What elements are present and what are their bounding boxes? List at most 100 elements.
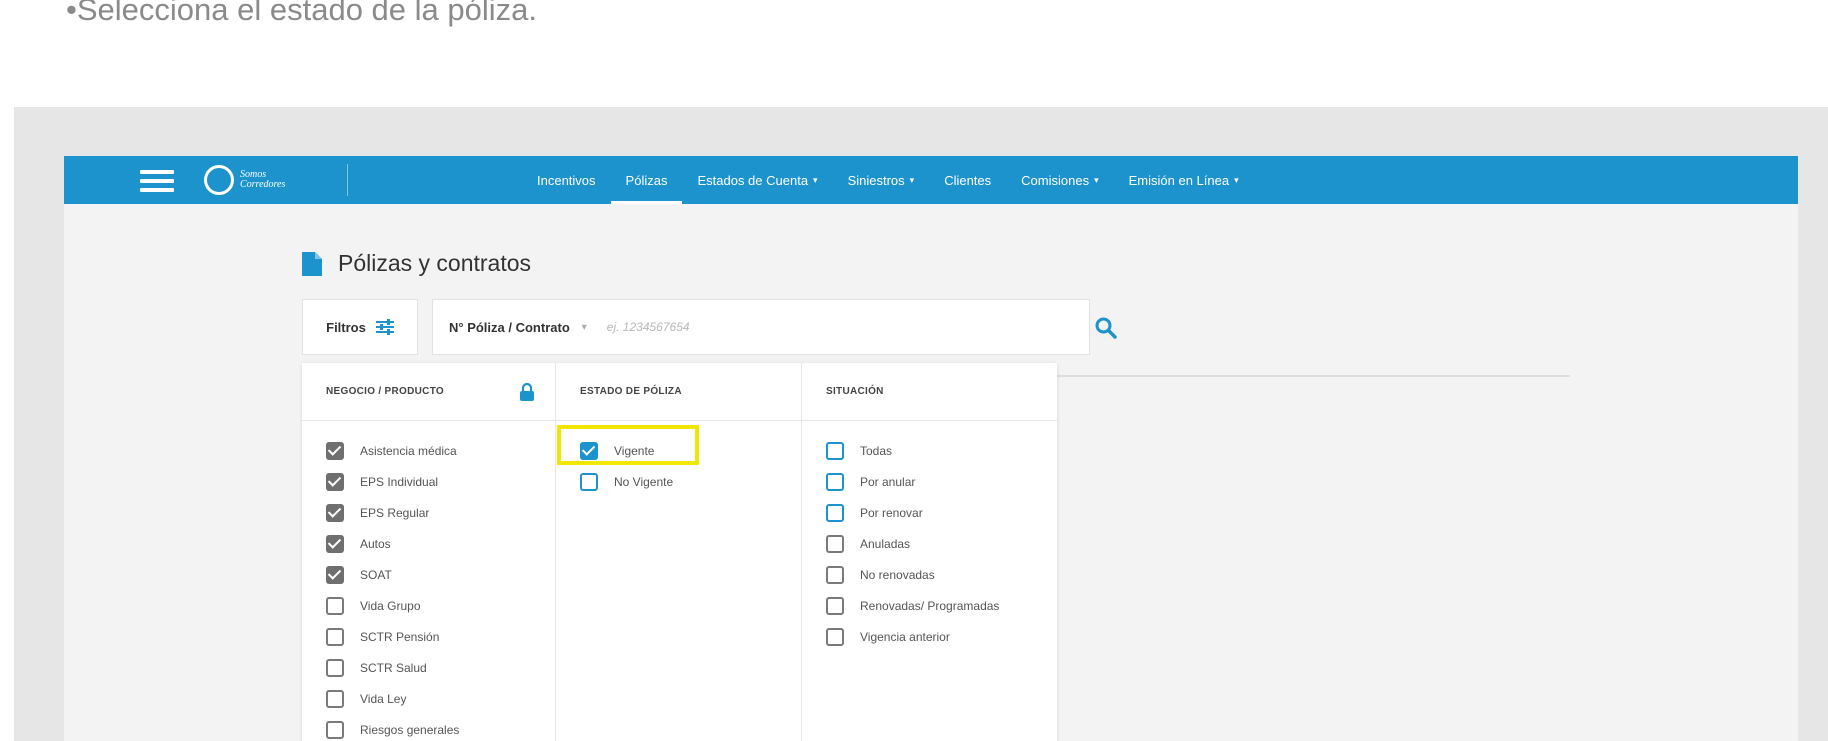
column-header-label: SITUACIÓN xyxy=(826,386,884,397)
column-header: SITUACIÓN xyxy=(802,363,1057,421)
item-label: SCTR Salud xyxy=(360,660,427,675)
nav-item-label: Clientes xyxy=(944,172,992,188)
list-item[interactable]: Vida Grupo xyxy=(302,590,555,621)
filter-column-negocio: NEGOCIO / PRODUCTO Asistencia médica EPS… xyxy=(302,363,556,741)
list-item[interactable]: EPS Regular xyxy=(302,497,555,528)
checkbox-unchecked[interactable] xyxy=(326,720,344,739)
list-item-no-vigente[interactable]: No Vigente xyxy=(556,466,801,497)
filters-button[interactable]: Filtros xyxy=(302,299,418,355)
sliders-icon xyxy=(375,319,394,335)
instruction-banner: •Selecciona el estado de la póliza. xyxy=(0,0,1828,32)
nav-item-siniestros[interactable]: Siniestros ▾ xyxy=(833,156,930,204)
item-label: EPS Individual xyxy=(360,474,439,489)
hamburger-menu-icon[interactable] xyxy=(140,170,174,192)
item-label: Vigencia anterior xyxy=(860,629,950,644)
list-item[interactable]: Vigencia anterior xyxy=(802,621,1057,652)
item-label: Riesgos generales xyxy=(360,722,460,737)
logo-text: Somos Corredores xyxy=(240,170,285,190)
list-item[interactable]: Asistencia médica xyxy=(302,435,555,466)
results-divider xyxy=(1052,375,1570,377)
filter-column-estado: ESTADO DE PÓLIZA Vigente No Vigente xyxy=(556,363,802,741)
list-item[interactable]: Riesgos generales xyxy=(302,714,555,741)
nav-separator xyxy=(347,164,348,196)
brand-logo[interactable]: Somos Corredores xyxy=(204,163,364,197)
item-label: EPS Regular xyxy=(360,505,430,520)
checkbox-checked[interactable] xyxy=(326,534,344,553)
list-item[interactable]: Anuladas xyxy=(802,528,1057,559)
list-item[interactable]: SCTR Pensión xyxy=(302,621,555,652)
checkbox-unchecked[interactable] xyxy=(826,503,844,522)
item-label: Asistencia médica xyxy=(360,443,457,458)
chevron-down-icon: ▾ xyxy=(909,174,915,185)
column-header-label: ESTADO DE PÓLIZA xyxy=(580,386,682,397)
checkbox-unchecked[interactable] xyxy=(826,596,844,615)
checkbox-unchecked[interactable] xyxy=(826,472,844,491)
checkbox-unchecked[interactable] xyxy=(326,689,344,708)
checkbox-checked[interactable] xyxy=(326,441,344,460)
nav-item-clientes[interactable]: Clientes xyxy=(929,156,1006,204)
checkbox-checked[interactable] xyxy=(326,472,344,491)
list-item[interactable]: Todas xyxy=(802,435,1057,466)
item-label: Vigente xyxy=(614,443,655,458)
item-label: Vida Grupo xyxy=(360,598,421,613)
chevron-down-icon: ▾ xyxy=(1234,174,1239,185)
document-icon xyxy=(302,251,322,276)
nav-item-incentivos[interactable]: Incentivos xyxy=(522,156,611,204)
nav-item-label: Emisión en Línea xyxy=(1128,172,1230,188)
search-toolbar: Filtros N° Póliza / Contrato ▾ xyxy=(302,299,1117,355)
search-input[interactable] xyxy=(606,320,1037,334)
checkbox-unchecked[interactable] xyxy=(826,565,844,584)
checkbox-checked[interactable] xyxy=(580,441,598,460)
item-label: Todas xyxy=(860,443,893,458)
checkbox-unchecked[interactable] xyxy=(826,534,844,553)
instruction-text: Selecciona el estado de la póliza. xyxy=(76,0,538,27)
list-item[interactable]: Renovadas/ Programadas xyxy=(802,590,1057,621)
checkbox-checked[interactable] xyxy=(326,503,344,522)
filter-items: Vigente No Vigente xyxy=(556,421,801,497)
instruction-text-wrap: •Selecciona el estado de la póliza. xyxy=(66,0,537,28)
list-item[interactable]: No renovadas xyxy=(802,559,1057,590)
checkbox-unchecked[interactable] xyxy=(326,596,344,615)
nav-item-label: Comisiones xyxy=(1021,172,1090,188)
item-label: Por anular xyxy=(860,474,916,489)
item-label: No renovadas xyxy=(860,567,935,582)
list-item[interactable]: Autos xyxy=(302,528,555,559)
item-label: No Vigente xyxy=(614,474,674,489)
search-type-dropdown[interactable]: N° Póliza / Contrato xyxy=(449,320,570,335)
list-item-vigente[interactable]: Vigente xyxy=(556,435,801,466)
checkbox-unchecked[interactable] xyxy=(826,441,844,460)
item-label: Renovadas/ Programadas xyxy=(860,598,1000,613)
checkbox-unchecked[interactable] xyxy=(826,627,844,646)
nav-menu: Incentivos Pólizas Estados de Cuenta ▾ Si… xyxy=(522,156,1254,204)
top-navbar: Somos Corredores Incentivos Pólizas Esta… xyxy=(64,156,1798,204)
logo-ring-icon xyxy=(204,165,234,195)
nav-item-label: Siniestros xyxy=(847,172,905,188)
checkbox-unchecked[interactable] xyxy=(580,472,598,491)
nav-item-label: Pólizas xyxy=(625,172,668,188)
list-item[interactable]: SCTR Salud xyxy=(302,652,555,683)
nav-item-emision-en-linea[interactable]: Emisión en Línea ▾ xyxy=(1114,156,1254,204)
checkbox-unchecked[interactable] xyxy=(326,658,344,677)
instruction-bullet: • xyxy=(66,0,77,27)
list-item[interactable]: SOAT xyxy=(302,559,555,590)
list-item[interactable]: Por anular xyxy=(802,466,1057,497)
filter-items: Todas Por anular Por renovar Anuladas No… xyxy=(802,421,1057,652)
filter-column-situacion: SITUACIÓN Todas Por anular Por renovar A… xyxy=(802,363,1057,741)
column-header: ESTADO DE PÓLIZA xyxy=(556,363,801,421)
page-title: Pólizas y contratos xyxy=(338,250,532,276)
chevron-down-icon[interactable]: ▾ xyxy=(582,322,587,333)
list-item[interactable]: Por renovar xyxy=(802,497,1057,528)
column-header: NEGOCIO / PRODUCTO xyxy=(302,363,555,421)
column-header-label: NEGOCIO / PRODUCTO xyxy=(326,386,445,397)
list-item[interactable]: Vida Ley xyxy=(302,683,555,714)
checkbox-checked[interactable] xyxy=(326,565,344,584)
list-item[interactable]: EPS Individual xyxy=(302,466,555,497)
nav-item-comisiones[interactable]: Comisiones ▾ xyxy=(1006,156,1113,204)
nav-item-polizas[interactable]: Pólizas xyxy=(610,156,683,204)
item-label: Por renovar xyxy=(860,505,923,520)
nav-item-estados-de-cuenta[interactable]: Estados de Cuenta ▾ xyxy=(682,156,832,204)
page-header: Pólizas y contratos xyxy=(302,250,531,277)
checkbox-unchecked[interactable] xyxy=(326,627,344,646)
app-window: Somos Corredores Incentivos Pólizas Esta… xyxy=(64,156,1798,741)
search-icon[interactable] xyxy=(1094,316,1118,340)
